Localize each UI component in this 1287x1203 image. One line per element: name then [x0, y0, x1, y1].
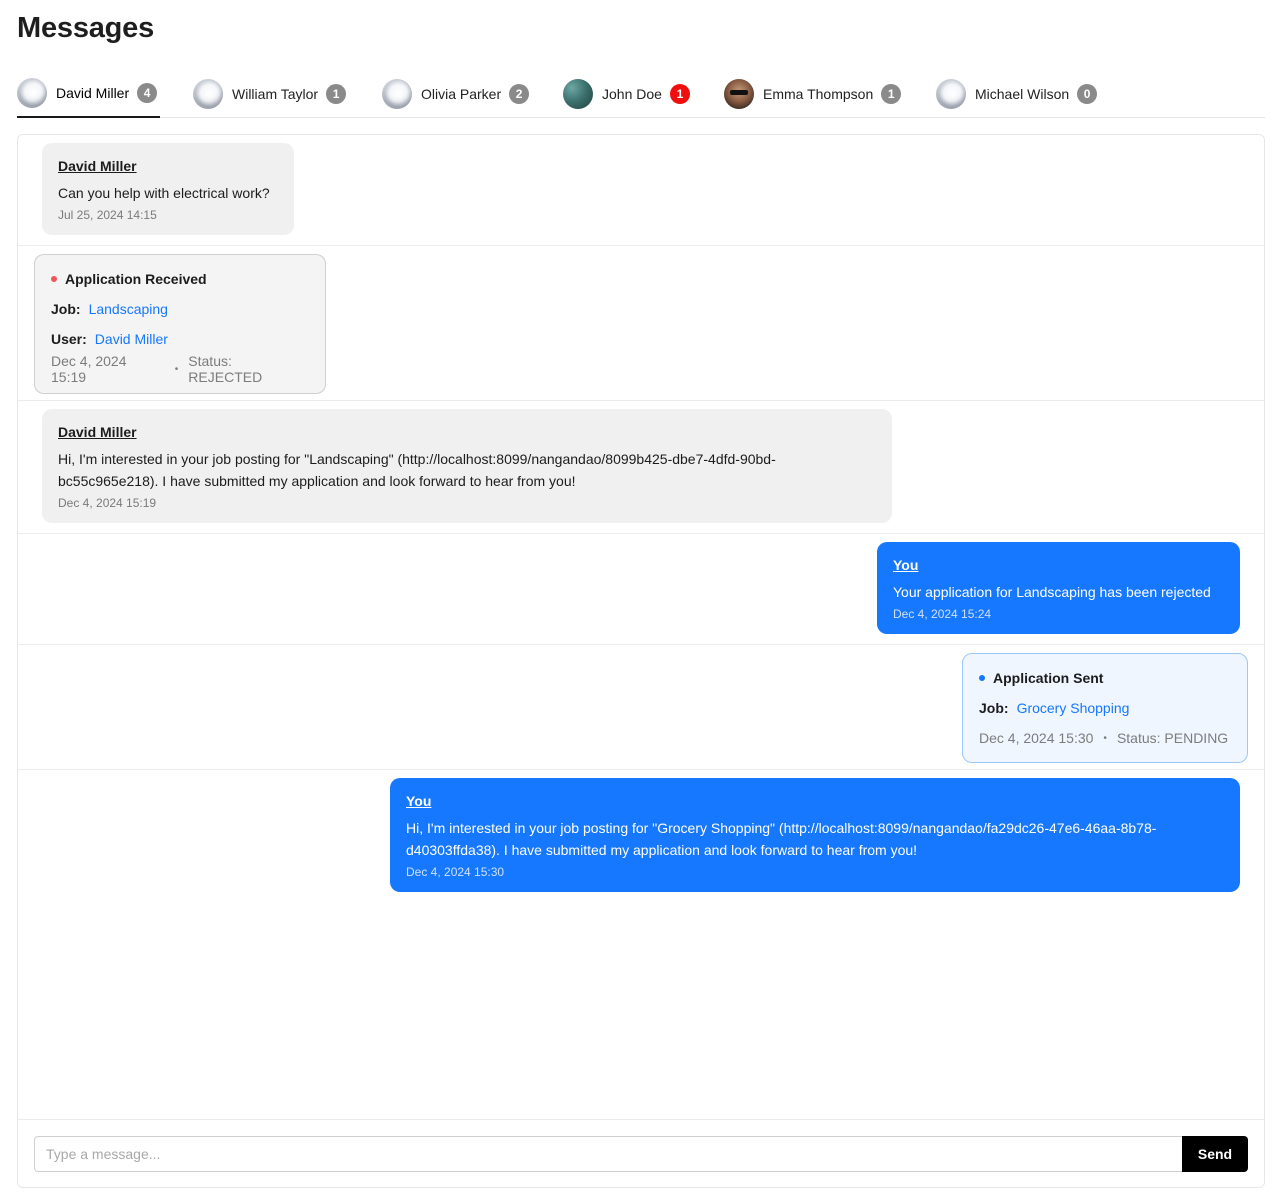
tab-name: David Miller: [56, 85, 130, 101]
incoming-message-bubble: David Miller Can you help with electrica…: [42, 143, 294, 235]
card-status: Status: REJECTED: [188, 353, 263, 385]
job-link[interactable]: Landscaping: [89, 301, 168, 317]
message-text: Your application for Landscaping has bee…: [893, 584, 1211, 600]
tab-name: Michael Wilson: [975, 86, 1070, 102]
message-row: You Hi, I'm interested in your job posti…: [18, 770, 1264, 1119]
tab-name: John Doe: [602, 86, 662, 102]
user-link[interactable]: David Miller: [95, 331, 168, 347]
default-avatar-icon: [193, 79, 223, 109]
unread-count-badge: 1: [326, 84, 347, 104]
default-avatar-icon: [936, 79, 966, 109]
message-composer: Send: [18, 1119, 1264, 1187]
job-link[interactable]: Grocery Shopping: [1017, 700, 1130, 716]
tab-name: Olivia Parker: [421, 86, 502, 102]
unread-count-badge: 0: [1077, 84, 1098, 104]
send-button[interactable]: Send: [1182, 1136, 1248, 1172]
unread-count-badge: 1: [669, 84, 690, 104]
user-label: User:: [51, 331, 87, 347]
message-timestamp: Dec 4, 2024 15:19: [58, 496, 157, 510]
message-input[interactable]: [34, 1136, 1184, 1172]
separator-dot-icon: •: [1103, 732, 1107, 744]
tab-john-doe[interactable]: John Doe 1: [563, 70, 690, 118]
unread-count-badge: 4: [137, 83, 158, 103]
tab-olivia-parker[interactable]: Olivia Parker 2: [382, 70, 530, 118]
job-label: Job:: [979, 700, 1009, 716]
application-sent-card: Application Sent Job: Grocery Shopping D…: [962, 653, 1248, 763]
chat-panel: David Miller Can you help with electrica…: [17, 134, 1265, 1188]
outgoing-message-bubble: You Hi, I'm interested in your job posti…: [390, 778, 1240, 892]
default-avatar-icon: [17, 78, 47, 108]
message-timestamp: Dec 4, 2024 15:24: [893, 607, 992, 621]
status-dot-icon: [51, 276, 57, 282]
card-timestamp: Dec 4, 2024 15:19: [51, 353, 127, 385]
message-text: Hi, I'm interested in your job posting f…: [58, 451, 776, 489]
card-title: Application Sent: [979, 668, 1231, 688]
sender-name[interactable]: You: [406, 793, 1224, 809]
card-timestamp: Dec 4, 2024 15:30: [979, 730, 1094, 746]
tab-william-taylor[interactable]: William Taylor 1: [193, 70, 347, 118]
message-text: Can you help with electrical work?: [58, 185, 270, 201]
user-line: User: David Miller: [51, 329, 309, 349]
incoming-message-bubble: David Miller Hi, I'm interested in your …: [42, 409, 892, 523]
sender-name[interactable]: You: [893, 557, 1224, 573]
job-label: Job:: [51, 301, 81, 317]
card-status: Status: PENDING: [1116, 730, 1229, 746]
tab-david-miller[interactable]: David Miller 4: [17, 70, 160, 118]
sender-name[interactable]: David Miller: [58, 424, 876, 440]
conversation-tabs: David Miller 4 William Taylor 1 Olivia P…: [17, 70, 1265, 118]
message-row: David Miller Hi, I'm interested in your …: [18, 401, 1264, 534]
tab-name: William Taylor: [232, 86, 319, 102]
tab-michael-wilson[interactable]: Michael Wilson 0: [936, 70, 1098, 118]
job-line: Job: Grocery Shopping: [979, 698, 1231, 718]
photo-avatar-icon: [724, 79, 754, 109]
message-text: Hi, I'm interested in your job posting f…: [406, 820, 1157, 858]
message-timestamp: Jul 25, 2024 14:15: [58, 208, 157, 222]
separator-dot-icon: •: [174, 363, 179, 375]
unread-count-badge: 1: [881, 84, 902, 104]
sender-name[interactable]: David Miller: [58, 158, 278, 174]
status-dot-icon: [979, 675, 985, 681]
job-line: Job: Landscaping: [51, 299, 309, 319]
message-row: Application Sent Job: Grocery Shopping D…: [18, 645, 1264, 770]
message-row: You Your application for Landscaping has…: [18, 534, 1264, 645]
marble-avatar-icon: [563, 79, 593, 109]
card-meta: Dec 4, 2024 15:19 • Status: REJECTED: [51, 353, 309, 385]
application-received-card: Application Received Job: Landscaping Us…: [34, 254, 326, 394]
message-row: Application Received Job: Landscaping Us…: [18, 246, 1264, 401]
message-timestamp: Dec 4, 2024 15:30: [406, 865, 505, 879]
card-title: Application Received: [51, 269, 309, 289]
card-meta: Dec 4, 2024 15:30 • Status: PENDING: [979, 728, 1231, 748]
tab-emma-thompson[interactable]: Emma Thompson 1: [724, 70, 902, 118]
tab-name: Emma Thompson: [763, 86, 874, 102]
message-row: David Miller Can you help with electrica…: [18, 135, 1264, 246]
page-title: Messages: [17, 12, 155, 44]
default-avatar-icon: [382, 79, 412, 109]
outgoing-message-bubble: You Your application for Landscaping has…: [877, 542, 1240, 634]
unread-count-badge: 2: [509, 84, 530, 104]
